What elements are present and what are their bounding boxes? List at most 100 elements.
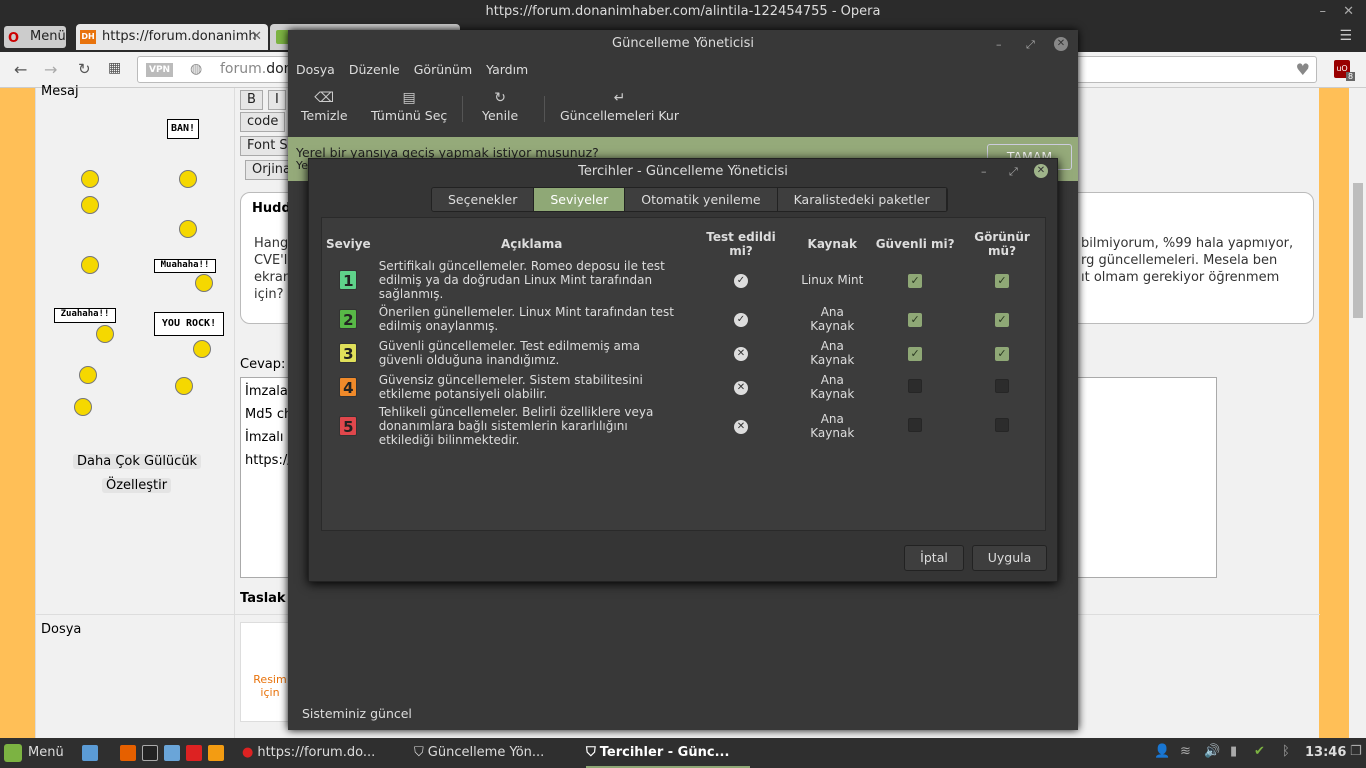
smiley-grin[interactable] (179, 170, 197, 188)
taskbar-window-preferences[interactable]: ⛉ Tercihler - Günc... (586, 738, 750, 768)
site-info-icon[interactable]: ◍ (190, 57, 202, 82)
heart-icon[interactable]: ♥ (1296, 57, 1310, 82)
speed-dial-icon[interactable]: ▦ (108, 60, 121, 76)
quote-author: Hudd (252, 201, 291, 216)
col-description[interactable]: Açıklama (375, 230, 689, 258)
browser-tab[interactable]: DH https://forum.donanimh ✕ (76, 24, 268, 50)
visible-checkbox[interactable]: ✓ (995, 312, 1010, 327)
smiley-smile[interactable] (179, 220, 197, 238)
opera-icon: ● (242, 745, 254, 760)
col-level[interactable]: Seviye (322, 230, 375, 258)
smiley-rock[interactable] (175, 377, 193, 395)
safe-checkbox[interactable] (908, 417, 923, 432)
smiley-cool[interactable] (81, 196, 99, 214)
select-all-button[interactable]: ▤ Tümünü Seç (371, 90, 447, 123)
clock[interactable]: 13:46 (1305, 745, 1346, 760)
italic-button[interactable]: I (268, 90, 286, 110)
close-button[interactable]: ✕ (1034, 164, 1048, 178)
close-button[interactable]: ✕ (1054, 37, 1068, 51)
firefox-icon[interactable] (120, 745, 136, 761)
start-menu-button[interactable]: Menü (4, 738, 64, 768)
level-row[interactable]: 3 Güvenli güncellemeler. Test edilmemiş … (322, 336, 1045, 370)
visible-checkbox[interactable] (995, 378, 1010, 393)
back-icon[interactable]: ← (14, 60, 27, 79)
minimize-button[interactable]: – (996, 38, 1002, 51)
smiley-sunglasses[interactable] (193, 340, 211, 358)
minimize-button[interactable]: – (981, 165, 987, 178)
smiley-zuahaha-face[interactable] (96, 325, 114, 343)
forward-icon[interactable]: → (44, 60, 57, 79)
terminal-icon[interactable] (142, 745, 158, 761)
close-button[interactable]: ✕ (1343, 0, 1354, 24)
refresh-button[interactable]: ↻ Yenile (482, 90, 518, 123)
menu-help[interactable]: Yardım (486, 62, 528, 77)
visible-checkbox[interactable]: ✓ (995, 346, 1010, 361)
apply-button[interactable]: Uygula (972, 545, 1047, 571)
install-updates-button[interactable]: ↵ Güncellemeleri Kur (560, 90, 679, 123)
smiley-guitar[interactable] (74, 398, 92, 416)
page-margin-left (0, 88, 35, 738)
maximize-button[interactable]: ⤢ (1009, 165, 1018, 179)
menu-file[interactable]: Dosya (296, 62, 335, 77)
update-shield-icon[interactable]: ✔ (1254, 744, 1265, 759)
vpn-badge[interactable]: VPN (146, 63, 174, 77)
col-visible[interactable]: Görünür mü? (959, 230, 1045, 258)
level-row[interactable]: 4 Güvensiz güncellemeler. Sistem stabili… (322, 370, 1045, 404)
col-tested[interactable]: Test edildi mi? (689, 230, 794, 258)
menu-view[interactable]: Görünüm (414, 62, 472, 77)
minimize-button[interactable]: – (1320, 0, 1327, 24)
not-tested-x-icon: ✕ (733, 381, 748, 395)
bold-button[interactable]: B (240, 90, 263, 110)
tab-close-icon[interactable]: ✕ (251, 24, 262, 50)
clear-button[interactable]: ⌫ Temizle (301, 90, 348, 123)
menu-lines-icon[interactable]: ☰ (1339, 28, 1352, 44)
maximize-button[interactable]: ⤢ (1026, 38, 1035, 52)
taskbar-window-browser[interactable]: ● https://forum.do... (242, 738, 375, 768)
smiley-devil[interactable] (81, 170, 99, 188)
visible-checkbox[interactable]: ✓ (995, 273, 1010, 288)
tab-auto-refresh[interactable]: Otomatik yenileme (625, 188, 778, 211)
reload-icon[interactable]: ↻ (78, 60, 91, 78)
safe-checkbox[interactable]: ✓ (908, 312, 923, 327)
smiley-wink[interactable] (79, 366, 97, 384)
level-badge: 2 (339, 309, 358, 329)
opera-menu-button[interactable]: O Menü (4, 26, 66, 48)
user-icon[interactable]: 👤 (1154, 744, 1170, 759)
smiley-laugh[interactable] (81, 256, 99, 274)
scrollbar-thumb[interactable] (1353, 183, 1363, 318)
tab-levels[interactable]: Seviyeler (534, 188, 626, 211)
customize-button[interactable]: Özelleştir (102, 478, 172, 493)
level-row[interactable]: 2 Önerilen günellemeler. Linux Mint tara… (322, 302, 1045, 336)
tab-blacklist[interactable]: Karalistedeki paketler (777, 188, 947, 211)
smiley-zuahaha[interactable]: Zuahaha!! (54, 308, 116, 323)
col-safe[interactable]: Güvenli mi? (871, 230, 959, 258)
show-desktop-icon[interactable] (82, 745, 98, 761)
col-source[interactable]: Kaynak (793, 230, 871, 258)
files-icon[interactable] (164, 745, 180, 761)
visible-checkbox[interactable] (995, 417, 1010, 432)
level-row[interactable]: 1 Sertifikalı güncellemeler. Romeo depos… (322, 258, 1045, 302)
opera-icon[interactable] (186, 745, 202, 761)
safe-checkbox[interactable]: ✓ (908, 273, 923, 288)
safe-checkbox[interactable]: ✓ (908, 346, 923, 361)
smiley-muahaha[interactable]: Muahaha!! (154, 259, 216, 273)
scrollbar[interactable] (1350, 88, 1366, 738)
level-row[interactable]: 5 Tehlikeli güncellemeler. Belirli özell… (322, 404, 1045, 448)
taskbar-window-update-manager[interactable]: ⛉ Güncelleme Yön... (414, 738, 544, 768)
volume-icon[interactable]: 🔊 (1204, 744, 1220, 759)
bluetooth-icon[interactable]: ᛒ (1282, 744, 1290, 759)
wifi-icon[interactable]: ≋ (1180, 744, 1191, 759)
rss-icon[interactable] (208, 745, 224, 761)
cancel-button[interactable]: İptal (904, 545, 964, 571)
code-button[interactable]: code (240, 112, 286, 132)
tab-options[interactable]: Seçenekler (432, 188, 535, 211)
smiley-you-rock[interactable]: YOU ROCK! (154, 312, 224, 336)
level-badge: 5 (339, 416, 358, 436)
menu-edit[interactable]: Düzenle (349, 62, 400, 77)
smiley-muahaha-face[interactable] (195, 274, 213, 292)
safe-checkbox[interactable] (908, 378, 923, 393)
battery-icon[interactable]: ▮ (1230, 744, 1237, 759)
more-smileys-button[interactable]: Daha Çok Gülücük (73, 454, 202, 469)
smiley-ban[interactable]: BAN! (167, 119, 199, 139)
workspace-icon[interactable]: ❐ (1350, 744, 1362, 759)
